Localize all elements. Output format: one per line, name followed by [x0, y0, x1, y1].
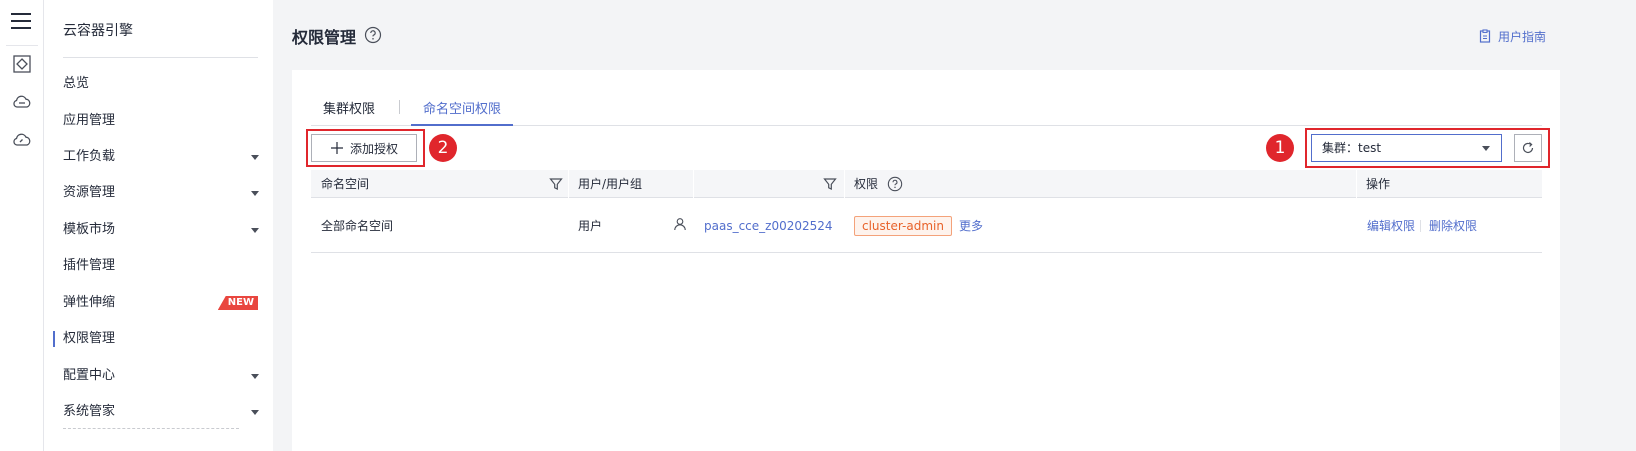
rail-divider	[6, 45, 38, 46]
hamburger-menu-icon[interactable]	[11, 13, 31, 31]
column-divider	[693, 170, 694, 198]
sidebar-item-config-center[interactable]: 配置中心	[44, 362, 273, 390]
filter-icon[interactable]	[549, 177, 563, 191]
delete-permission-link[interactable]: 删除权限	[1429, 199, 1477, 253]
sidebar-divider	[63, 57, 258, 58]
chevron-down-icon	[251, 191, 259, 196]
add-authorization-label: 添加授权	[349, 141, 398, 156]
action-separator	[1420, 220, 1421, 232]
annotation-badge-1: 1	[1266, 134, 1294, 162]
tab-cluster-permissions[interactable]: 集群权限	[323, 98, 375, 126]
sidebar-item-label: 插件管理	[63, 258, 116, 273]
tab-separator	[399, 100, 400, 114]
add-authorization-button[interactable]: 添加授权	[311, 134, 417, 162]
sidebar-item-label: 工作负载	[63, 149, 116, 164]
sidebar-item-addons[interactable]: 插件管理	[44, 252, 273, 280]
sidebar-item-app-management[interactable]: 应用管理	[44, 107, 273, 135]
sidebar-item-label: 权限管理	[63, 331, 116, 346]
chevron-down-icon	[1482, 146, 1490, 151]
cluster-select-value: 集群：test	[1322, 141, 1382, 155]
user-guide-link[interactable]: 用户指南	[1478, 27, 1546, 45]
sidebar-item-permissions[interactable]: 权限管理	[44, 325, 273, 353]
permissions-card: 集群权限 命名空间权限 添加授权 2 1 集群：test 命名空间 用户/用户组	[292, 70, 1560, 451]
sidebar-item-label: 弹性伸缩	[63, 295, 116, 310]
sidebar-item-autoscaling[interactable]: 弹性伸缩 NEW	[44, 289, 273, 317]
user-guide-label: 用户指南	[1498, 29, 1547, 44]
sidebar-bottom-divider	[63, 428, 239, 429]
column-header-namespace: 命名空间	[321, 177, 370, 191]
sidebar-item-label: 配置中心	[63, 368, 116, 383]
page-title: 权限管理	[292, 28, 357, 47]
refresh-button[interactable]	[1514, 134, 1542, 162]
help-icon[interactable]	[887, 176, 903, 192]
new-badge: NEW	[217, 296, 258, 310]
tab-namespace-permissions[interactable]: 命名空间权限	[411, 98, 514, 126]
cloud-icon[interactable]	[10, 90, 34, 114]
chevron-down-icon	[251, 228, 259, 233]
sidebar-item-workloads[interactable]: 工作负载	[44, 143, 273, 171]
cloud-monitor-icon[interactable]	[10, 128, 34, 152]
namespace-cell: 全部命名空间	[321, 219, 394, 233]
sidebar-item-label: 资源管理	[63, 185, 116, 200]
sidebar-item-label: 应用管理	[63, 113, 116, 128]
sidebar-item-label: 总览	[63, 76, 90, 91]
more-link[interactable]: 更多	[959, 199, 983, 253]
sidebar-item-resources[interactable]: 资源管理	[44, 179, 273, 207]
chevron-down-icon	[251, 410, 259, 415]
sidebar-item-label: 系统管家	[63, 404, 116, 419]
tab-bar: 集群权限 命名空间权限	[311, 92, 1542, 126]
user-icon	[674, 218, 686, 231]
plus-icon	[330, 142, 343, 154]
clipboard-icon	[1479, 29, 1491, 43]
sidebar-item-label: 模板市场	[63, 222, 116, 237]
column-header-user: 用户/用户组	[578, 177, 643, 191]
sidebar-item-overview[interactable]: 总览	[44, 70, 273, 98]
column-header-actions: 操作	[1366, 177, 1391, 191]
table-header: 命名空间 用户/用户组 权限 操作	[311, 170, 1542, 198]
icon-rail	[0, 0, 44, 451]
refresh-icon	[1522, 142, 1534, 154]
filter-icon[interactable]	[823, 177, 837, 191]
edit-permission-link[interactable]: 编辑权限	[1367, 199, 1415, 253]
sidebar-title: 云容器引擎	[63, 23, 133, 39]
sidebar: 云容器引擎 总览 应用管理 工作负载 资源管理 模板市场 插件管理 弹性伸缩 NE…	[44, 0, 273, 451]
column-header-permission: 权限	[854, 177, 879, 191]
chevron-down-icon	[251, 155, 259, 160]
cluster-select[interactable]: 集群：test	[1311, 134, 1502, 162]
permission-tag: cluster-admin	[854, 216, 952, 236]
table-row: 全部命名空间 用户 paas_cce_z00202524 cluster-adm…	[311, 199, 1542, 253]
annotation-badge-2: 2	[429, 134, 457, 162]
sidebar-item-system-butler[interactable]: 系统管家	[44, 398, 273, 426]
chevron-down-icon	[251, 374, 259, 379]
user-name-link[interactable]: paas_cce_z00202524	[704, 199, 833, 253]
sidebar-item-template-market[interactable]: 模板市场	[44, 216, 273, 244]
help-icon[interactable]	[364, 26, 382, 44]
user-type-cell: 用户	[578, 219, 603, 233]
container-engine-icon[interactable]	[10, 52, 34, 76]
